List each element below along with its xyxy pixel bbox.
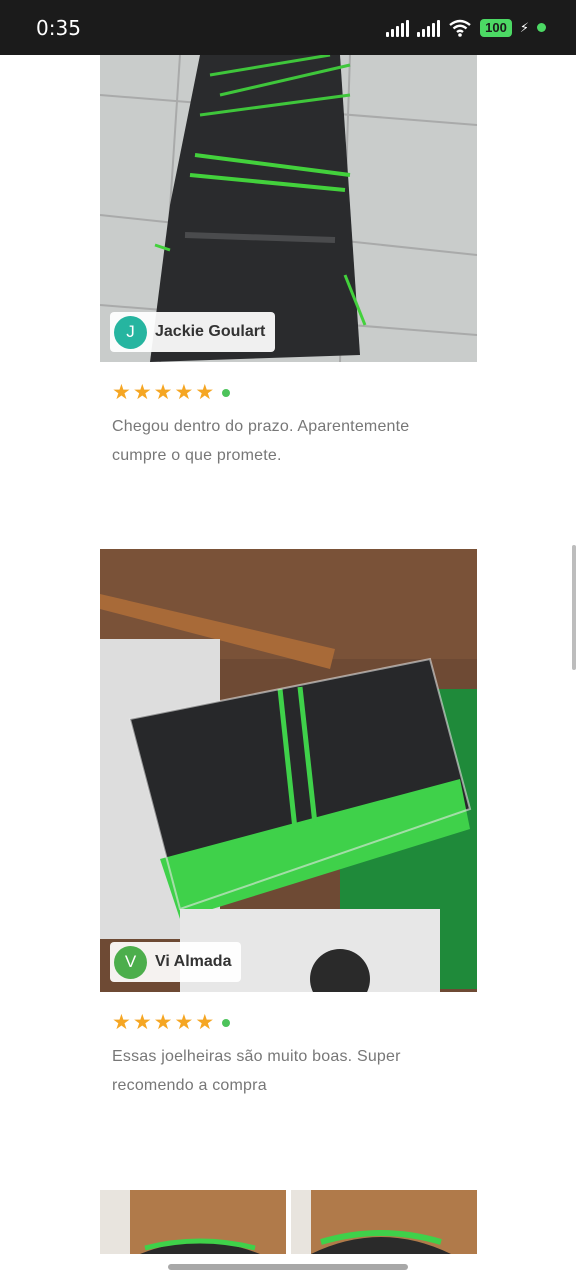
star-icon: ★ <box>153 1011 173 1034</box>
home-indicator[interactable] <box>168 1264 408 1270</box>
scrollbar[interactable] <box>572 545 576 670</box>
star-icon: ★ <box>195 381 215 404</box>
star-icon: ★ <box>174 1011 194 1034</box>
author-name: Jackie Goulart <box>155 323 266 340</box>
review-photo-thumb-image <box>100 1190 286 1254</box>
status-bar: 0:35 100 ⚡ <box>0 0 576 55</box>
review-text: Chegou dentro do prazo. Aparentemente cu… <box>112 418 410 464</box>
status-icons: 100 ⚡ <box>386 18 546 38</box>
star-rating: ★ ★ ★ ★ ★ <box>112 382 477 404</box>
signal-icon-2 <box>417 19 441 37</box>
author-badge: V Vi Almada <box>110 942 242 982</box>
star-icon: ★ <box>112 1011 131 1034</box>
wifi-icon <box>449 19 471 37</box>
review-photo-image <box>100 549 477 992</box>
charging-icon: ⚡ <box>519 19 529 35</box>
review-card: V Vi Almada ★ ★ ★ ★ ★ Essas joelheiras s… <box>100 549 477 1100</box>
star-icon: ★ <box>153 381 173 404</box>
status-time: 0:35 <box>36 15 81 40</box>
author-badge: J Jackie Goulart <box>110 312 276 352</box>
verified-dot-icon <box>222 389 231 397</box>
star-icon: ★ <box>132 381 152 404</box>
review-photo[interactable]: V Vi Almada <box>100 549 477 992</box>
star-rating: ★ ★ ★ ★ ★ <box>112 1012 477 1034</box>
battery-icon: 100 <box>480 18 512 37</box>
review-card: J Jackie Goulart ★ ★ ★ ★ ★ Chegou dentro… <box>100 55 477 470</box>
star-icon: ★ <box>195 1011 215 1034</box>
review-text: Essas joelheiras são muito boas. Super r… <box>112 1048 401 1094</box>
avatar: J <box>114 315 147 349</box>
star-icon: ★ <box>112 381 131 404</box>
signal-icon <box>386 19 410 37</box>
privacy-indicator-dot <box>537 23 546 32</box>
review-photo[interactable]: J Jackie Goulart <box>100 55 477 362</box>
review-photo-thumb[interactable] <box>100 1190 287 1254</box>
review-photo-thumb[interactable] <box>290 1190 478 1254</box>
verified-dot-icon <box>222 1019 231 1027</box>
star-icon: ★ <box>132 1011 152 1034</box>
author-name: Vi Almada <box>155 953 232 970</box>
avatar: V <box>114 945 147 979</box>
star-icon: ★ <box>174 381 194 404</box>
review-photo-thumb-image <box>290 1190 477 1254</box>
review-photo-gallery <box>100 1190 477 1254</box>
